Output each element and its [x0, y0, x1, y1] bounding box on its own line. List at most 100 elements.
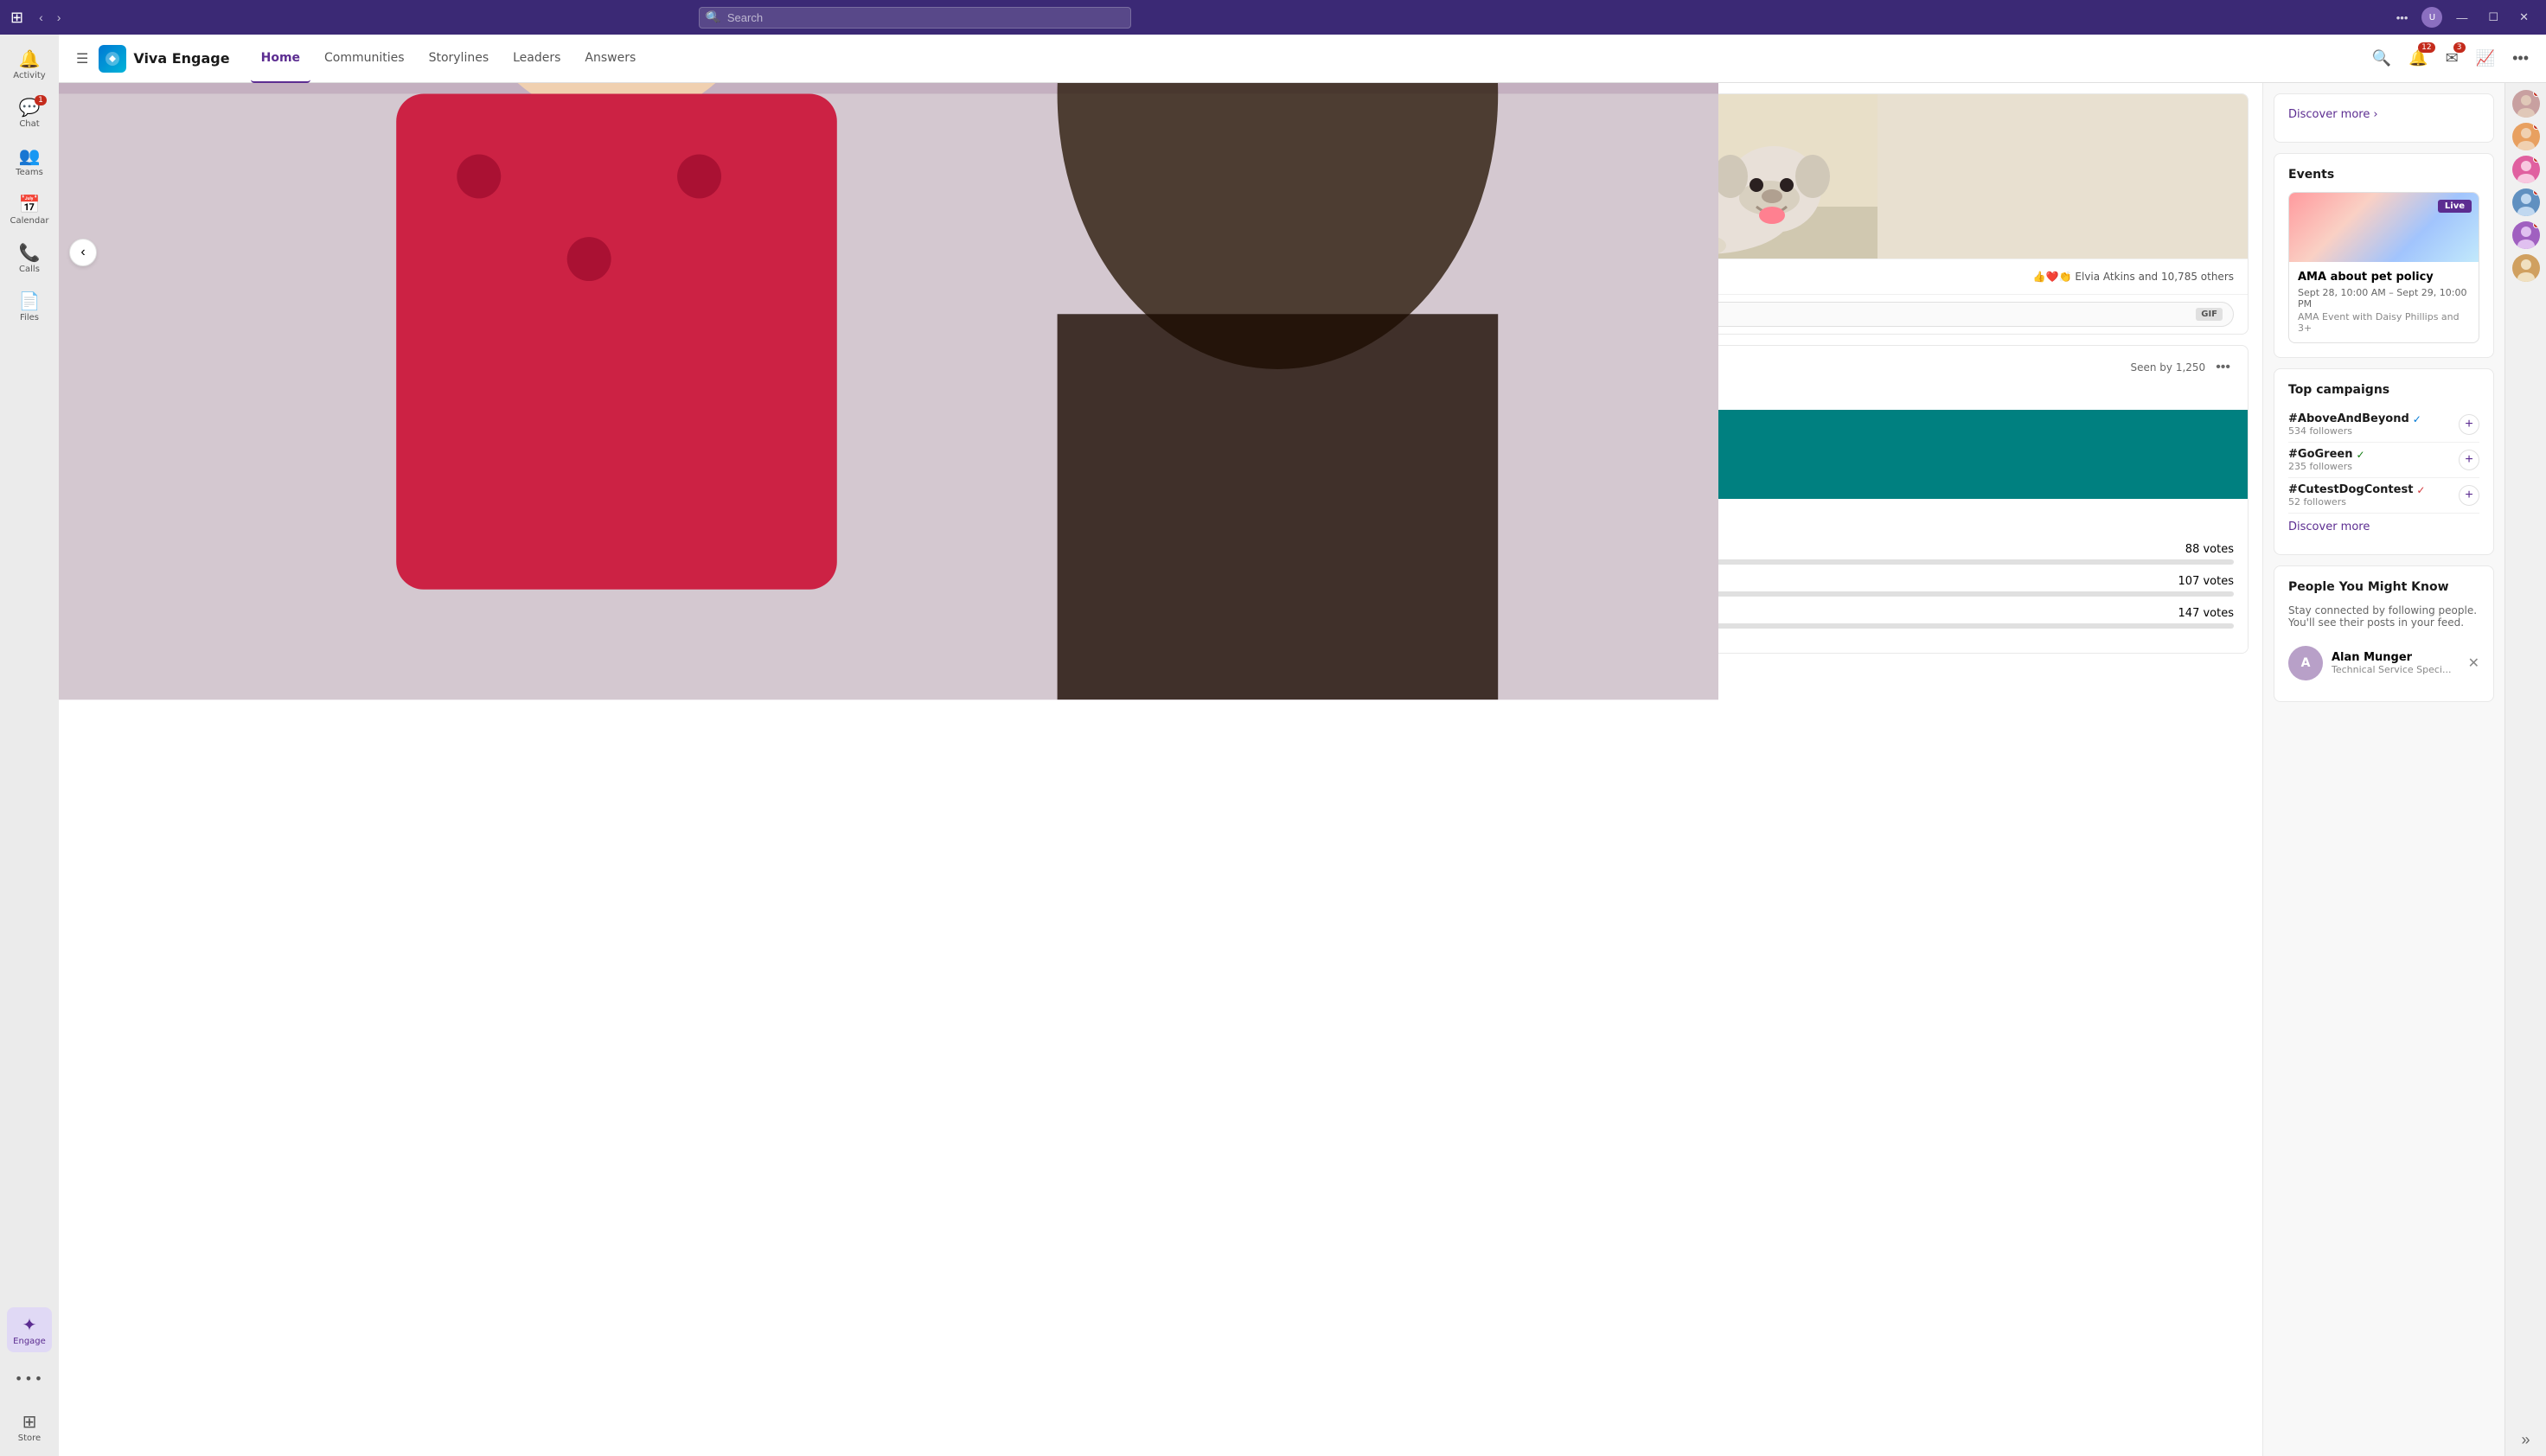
- search-button[interactable]: 🔍: [2369, 46, 2395, 71]
- follow-campaign-2-button[interactable]: +: [2459, 485, 2479, 506]
- seen-info: Seen by 1,250: [2130, 361, 2205, 374]
- nav-communities[interactable]: Communities: [314, 35, 415, 83]
- sidebar-item-teams[interactable]: 👥 Teams: [7, 138, 52, 183]
- event-card[interactable]: Live AMA about pet policy Sept 28, 10:00…: [2288, 192, 2479, 343]
- app-container: 🔔 Activity 💬 Chat 1 👥 Teams 📅 Calendar 📞…: [0, 35, 2546, 1456]
- campaigns-title: Top campaigns: [2288, 383, 2479, 397]
- reaction-text: Elvia Atkins and 10,785 others: [2075, 271, 2234, 283]
- content-area: ☰ Viva Engage Home Communities Storyline…: [59, 35, 2546, 1456]
- people-section: People You Might Know Stay connected by …: [2274, 565, 2494, 702]
- poll-option-votes-0: 88 votes: [2185, 543, 2234, 556]
- campaign-followers-2: 52 followers: [2288, 496, 2459, 508]
- follow-campaign-0-button[interactable]: +: [2459, 414, 2479, 435]
- more-options-button[interactable]: •••: [2389, 8, 2415, 28]
- app-nav: Home Communities Storylines Leaders Answ…: [251, 35, 647, 83]
- gif-button[interactable]: GIF: [2196, 308, 2223, 321]
- message-count: 3: [2453, 42, 2466, 53]
- nav-home[interactable]: Home: [251, 35, 310, 83]
- person-avatar: A: [2288, 646, 2323, 680]
- events-title: Events: [2288, 168, 2479, 182]
- calls-icon: 📞: [19, 242, 41, 263]
- campaign-name-0: #AboveAndBeyond ✓: [2288, 412, 2459, 425]
- search-icon: 🔍: [707, 11, 721, 24]
- avatar-notification-dot-3: [2533, 188, 2540, 195]
- sidebar-item-store[interactable]: ⊞ Store: [7, 1404, 52, 1449]
- search-bar[interactable]: 🔍: [699, 7, 1131, 29]
- nav-leaders[interactable]: Leaders: [502, 35, 571, 83]
- main-content: ‹: [59, 83, 2546, 1456]
- nav-storylines[interactable]: Storylines: [419, 35, 500, 83]
- campaign-info-1: #GoGreen ✓ 235 followers: [2288, 448, 2459, 472]
- avatar-notification-dot-4: [2533, 221, 2540, 228]
- person-job-title: Technical Service Speci...: [2332, 664, 2451, 675]
- campaigns-discover-more-text: Discover more: [2288, 520, 2370, 533]
- sidebar-item-calendar[interactable]: 📅 Calendar: [7, 187, 52, 232]
- avatar-notification-dot: [2533, 90, 2540, 97]
- hamburger-button[interactable]: ☰: [73, 47, 92, 71]
- teams-icon: 👥: [19, 145, 41, 166]
- search-input[interactable]: [699, 7, 1131, 29]
- right-panel-avatar-1[interactable]: [2512, 123, 2540, 150]
- campaign-name-2: #CutestDogContest ✓: [2288, 483, 2459, 496]
- right-panel-avatar-4[interactable]: [2512, 221, 2540, 249]
- person-info: Alan Munger Technical Service Speci...: [2332, 651, 2451, 675]
- post-more-button[interactable]: •••: [2212, 356, 2234, 379]
- post-card-images: ❤️ Love 💬 Comment ↗ Share 👍❤️👏: [73, 93, 2249, 335]
- campaigns-discover-more[interactable]: Discover more: [2288, 520, 2479, 533]
- activity-icon: 🔔: [19, 48, 41, 69]
- sidebar-item-activity[interactable]: 🔔 Activity: [7, 42, 52, 86]
- discover-more-section: Discover more ›: [2274, 93, 2494, 143]
- right-sidebar: Discover more › Events Live AMA about pe…: [2262, 83, 2504, 1456]
- sidebar-item-files[interactable]: 📄 Files: [7, 284, 52, 329]
- back-nav-button[interactable]: ‹: [34, 7, 48, 28]
- discover-more-arrow-icon: ›: [2373, 108, 2377, 121]
- discover-more-link[interactable]: Discover more ›: [2288, 108, 2479, 121]
- follow-campaign-1-button[interactable]: +: [2459, 450, 2479, 470]
- back-button[interactable]: ‹: [69, 239, 97, 266]
- reaction-emojis: 👍❤️👏: [2033, 271, 2072, 283]
- campaign-name-1: #GoGreen ✓: [2288, 448, 2459, 461]
- avatar-notification-dot-2: [2533, 156, 2540, 163]
- event-date: Sept 28, 10:00 AM – Sept 29, 10:00 PM: [2298, 287, 2470, 310]
- discover-more-text: Discover more: [2288, 108, 2370, 121]
- maximize-button[interactable]: ☐: [2481, 0, 2505, 35]
- verified-icon-2: ✓: [2416, 484, 2425, 496]
- sidebar-item-label: Calls: [19, 265, 40, 274]
- chat-badge: 1: [35, 95, 47, 105]
- sidebar-item-engage[interactable]: ✦ Engage: [7, 1307, 52, 1352]
- app-header: ☰ Viva Engage Home Communities Storyline…: [59, 35, 2546, 83]
- sidebar-item-chat[interactable]: 💬 Chat 1: [7, 90, 52, 135]
- poll-option-votes-2: 147 votes: [2178, 607, 2234, 620]
- sidebar-item-calls[interactable]: 📞 Calls: [7, 235, 52, 280]
- right-panel-avatar-5[interactable]: [2512, 254, 2540, 282]
- right-panel-avatar-3[interactable]: [2512, 188, 2540, 216]
- person-name: Alan Munger: [2332, 651, 2451, 664]
- right-panel-avatar-0[interactable]: [2512, 90, 2540, 118]
- sidebar-item-more[interactable]: •••: [7, 1356, 52, 1401]
- sidebar-item-label: Teams: [16, 168, 43, 177]
- more-header-button[interactable]: •••: [2509, 46, 2532, 71]
- forward-nav-button[interactable]: ›: [52, 7, 67, 28]
- nav-buttons: ‹ ›: [34, 7, 66, 28]
- campaign-item-0: #AboveAndBeyond ✓ 534 followers +: [2288, 407, 2479, 443]
- post-header-right: Seen by 1,250 •••: [2130, 356, 2234, 379]
- campaign-followers-0: 534 followers: [2288, 425, 2459, 437]
- campaign-followers-1: 235 followers: [2288, 461, 2459, 472]
- right-panel-avatar-2[interactable]: [2512, 156, 2540, 183]
- nav-answers[interactable]: Answers: [574, 35, 646, 83]
- feed-area: ‹: [59, 83, 2262, 1456]
- close-button[interactable]: ✕: [2512, 0, 2536, 35]
- user-avatar[interactable]: U: [2421, 7, 2442, 28]
- sidebar-item-label: Files: [20, 313, 39, 322]
- post-image-left: [74, 94, 1160, 259]
- events-section: Events Live AMA about pet policy Sept 28…: [2274, 153, 2494, 358]
- reaction-info: 👍❤️👏 Elvia Atkins and 10,785 others: [2033, 271, 2234, 283]
- analytics-button[interactable]: 📈: [2472, 46, 2498, 71]
- sidebar-item-label: Chat: [19, 119, 39, 129]
- teams-sidebar: 🔔 Activity 💬 Chat 1 👥 Teams 📅 Calendar 📞…: [0, 35, 59, 1456]
- dismiss-person-button[interactable]: ✕: [2468, 655, 2479, 672]
- minimize-button[interactable]: —: [2449, 0, 2474, 35]
- event-info: AMA about pet policy Sept 28, 10:00 AM –…: [2289, 262, 2479, 342]
- collapse-panel-button[interactable]: »: [2521, 1431, 2530, 1449]
- app-logo: Viva Engage: [99, 45, 229, 73]
